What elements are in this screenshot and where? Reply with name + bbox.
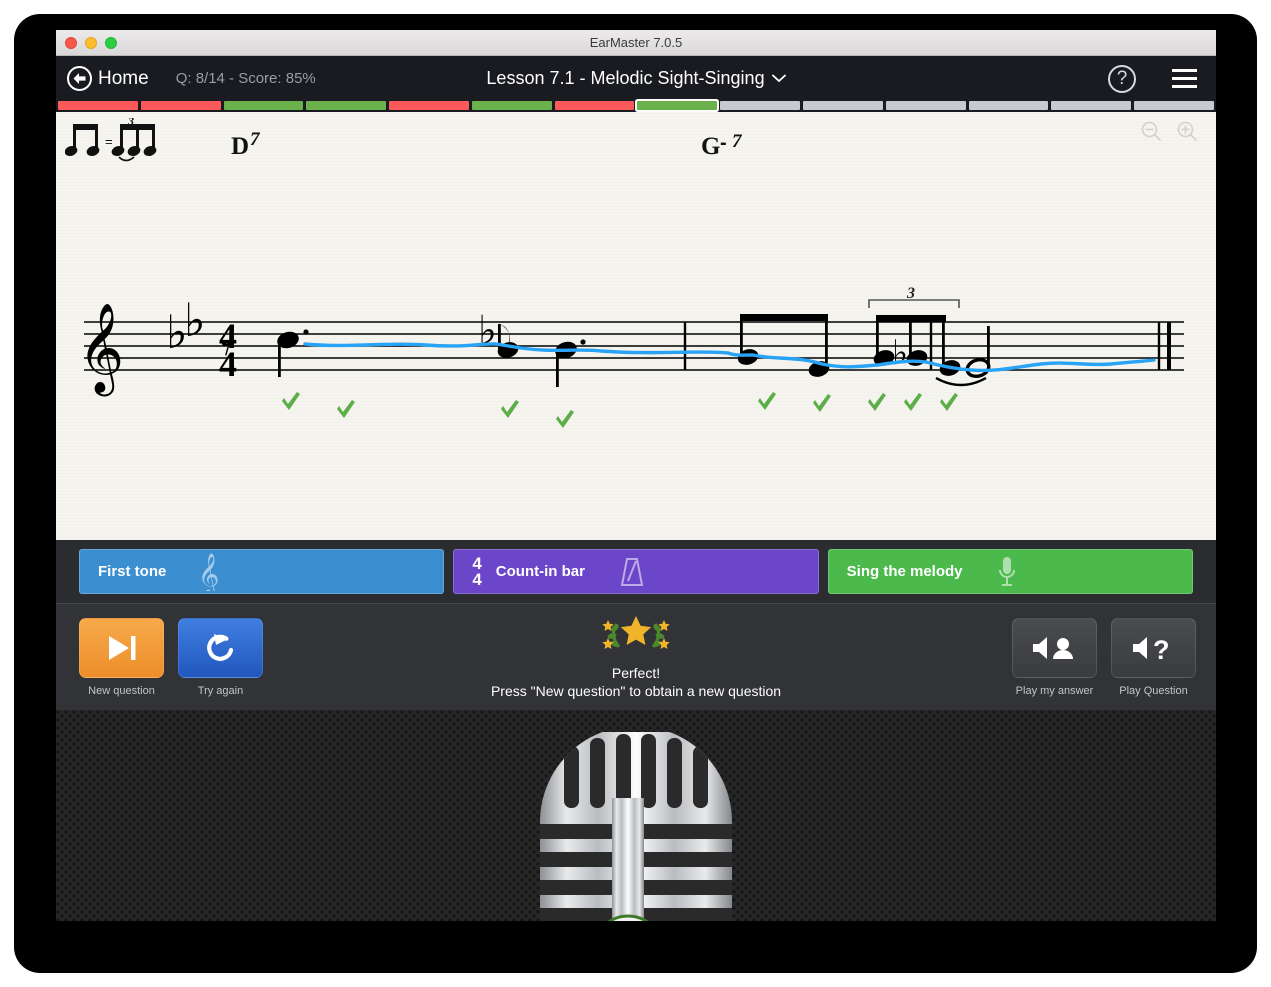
back-arrow-icon — [67, 66, 92, 91]
svg-text:𝄞: 𝄞 — [200, 553, 219, 591]
new-question-caption: New question — [88, 685, 155, 697]
svg-text:?: ? — [1153, 635, 1170, 663]
question-segment-11[interactable] — [886, 101, 966, 110]
notation-sheet: = 3 — [56, 112, 1216, 540]
try-again-control: Try again — [178, 618, 263, 697]
metronome-icon — [619, 557, 645, 587]
feedback-text: Perfect! Press "New question" to obtain … — [491, 664, 781, 700]
eighth-rest: 𝄾 — [221, 326, 232, 372]
try-again-button[interactable] — [178, 618, 263, 678]
question-segment-12[interactable] — [969, 101, 1049, 110]
tuplet-number: 3 — [906, 285, 915, 302]
earmaster-window: EarMaster 7.0.5 Home Q: 8/14 - Score: 85… — [56, 30, 1216, 921]
play-my-answer-button[interactable] — [1012, 618, 1097, 678]
question-segment-5[interactable] — [389, 101, 469, 110]
exercise-phase-legend: First tone 𝄞 4 4 Count-in bar — [56, 540, 1216, 603]
star-laurel-wreath-icon — [599, 614, 673, 661]
question-progress-bar — [56, 101, 1216, 112]
legend-label: First tone — [98, 563, 166, 580]
right-controls: Play my answer ? Play Question — [1012, 604, 1196, 697]
app-header: Home Q: 8/14 - Score: 85% Lesson 7.1 - M… — [56, 56, 1216, 101]
device-bezel: EarMaster 7.0.5 Home Q: 8/14 - Score: 85… — [14, 14, 1257, 973]
window-titlebar: EarMaster 7.0.5 — [56, 30, 1216, 56]
home-label: Home — [98, 68, 149, 90]
question-segment-7[interactable] — [555, 101, 635, 110]
question-segment-1[interactable] — [58, 101, 138, 110]
note-checkmarks — [282, 392, 958, 428]
question-segment-13[interactable] — [1051, 101, 1131, 110]
feedback-headline: Perfect! — [491, 664, 781, 682]
question-segment-10[interactable] — [803, 101, 883, 110]
speaker-question-icon: ? — [1129, 633, 1179, 663]
reload-counterclockwise-icon — [204, 632, 238, 664]
home-button[interactable]: Home — [67, 66, 149, 91]
legend-bar-sing-melody[interactable]: Sing the melody — [828, 549, 1193, 594]
play-question-control: ? Play Question — [1111, 618, 1196, 697]
left-controls: New question Try again — [79, 604, 263, 697]
play-my-answer-control: Play my answer — [1012, 618, 1097, 697]
question-segment-9[interactable] — [720, 101, 800, 110]
question-segment-2[interactable] — [141, 101, 221, 110]
note-head — [496, 324, 521, 360]
lesson-title[interactable]: Lesson 7.1 - Melodic Sight-Singing — [486, 68, 764, 89]
exercise-controls: New question Try again — [56, 603, 1216, 710]
accidental-flat: ♭ — [478, 308, 497, 354]
time-sig-bottom: 4 — [472, 570, 481, 589]
treble-clef-icon: 𝄞 — [200, 553, 220, 591]
play-question-button[interactable]: ? — [1111, 618, 1196, 678]
play-question-caption: Play Question — [1119, 685, 1187, 697]
play-my-answer-caption: Play my answer — [1016, 685, 1094, 697]
legend-bar-count-in[interactable]: 4 4 Count-in bar — [453, 549, 818, 594]
question-segment-14[interactable] — [1134, 101, 1214, 110]
music-staff: 𝄞 ♭ ♭ 4 4 𝄾 ♭ — [56, 112, 1216, 540]
feedback-instruction: Press "New question" to obtain a new que… — [491, 682, 781, 700]
accidental-flat: ♭ — [892, 333, 908, 373]
tie — [936, 378, 986, 385]
try-again-caption: Try again — [198, 685, 243, 697]
vintage-microphone-icon — [528, 732, 744, 921]
flat-symbol: ♭ — [184, 293, 206, 347]
question-segment-8[interactable] — [637, 101, 717, 110]
legend-label: Sing the melody — [847, 563, 963, 580]
speaker-person-icon — [1029, 633, 1081, 663]
legend-label: Count-in bar — [496, 563, 585, 580]
question-score-text: Q: 8/14 - Score: 85% — [176, 70, 316, 87]
microphone-icon — [997, 556, 1017, 588]
skip-forward-icon — [103, 633, 141, 663]
treble-clef-icon: 𝄞 — [78, 303, 124, 397]
new-question-button[interactable] — [79, 618, 164, 678]
header-actions: ? — [1108, 65, 1197, 93]
pitch-curve — [305, 344, 1154, 371]
new-question-control: New question — [79, 618, 164, 697]
window-title: EarMaster 7.0.5 — [56, 35, 1216, 50]
hamburger-menu-icon[interactable] — [1172, 69, 1197, 88]
legend-bar-first-tone[interactable]: First tone 𝄞 — [79, 549, 444, 594]
microphone-input-panel — [56, 710, 1216, 921]
count-in-time-signature: 4 4 — [472, 556, 481, 588]
chevron-down-icon[interactable] — [772, 70, 786, 88]
question-segment-4[interactable] — [306, 101, 386, 110]
question-segment-6[interactable] — [472, 101, 552, 110]
question-segment-3[interactable] — [224, 101, 304, 110]
help-circle-icon[interactable]: ? — [1108, 65, 1136, 93]
